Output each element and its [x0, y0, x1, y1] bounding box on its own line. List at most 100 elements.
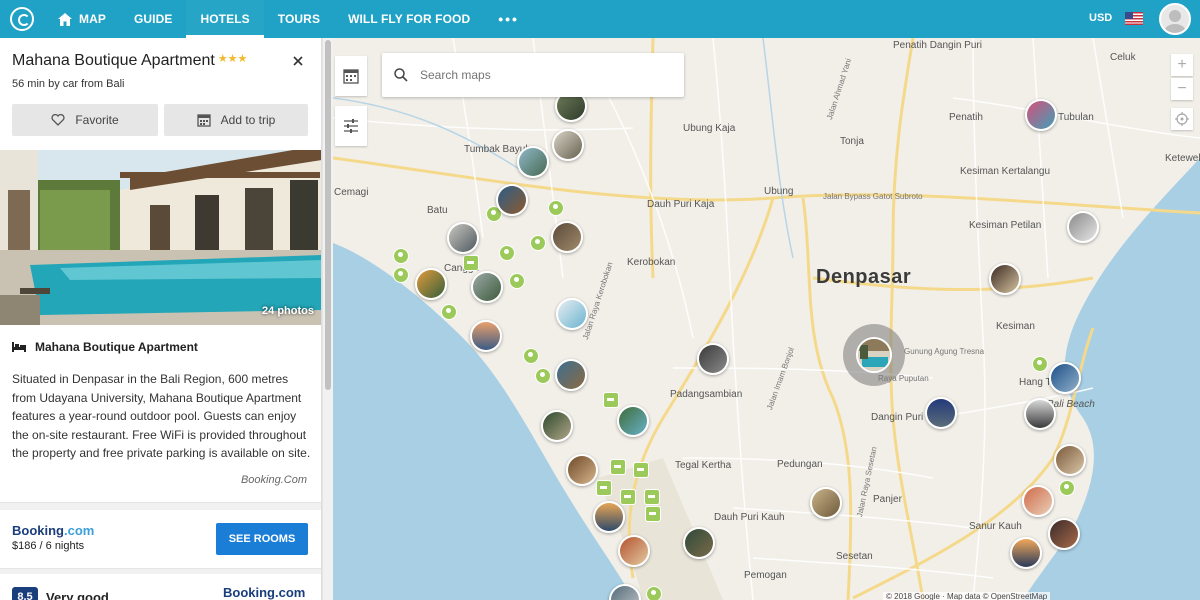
map-label-kesiman: Kesiman	[996, 321, 1035, 332]
nav-item-guide[interactable]: GUIDE	[120, 0, 187, 38]
map-label-tegal-kertha: Tegal Kertha	[675, 460, 732, 471]
hotel-cluster-pin[interactable]	[644, 489, 660, 505]
currency-selector[interactable]: USD	[1089, 12, 1112, 24]
hotel-photo-marker[interactable]	[617, 405, 649, 437]
hotel-photo[interactable]: 24 photos	[0, 150, 321, 325]
user-avatar[interactable]	[1159, 3, 1191, 35]
hotel-photo-marker[interactable]	[555, 359, 587, 391]
nav-label-will-fly-for-food: WILL FLY FOR FOOD	[348, 12, 471, 26]
property-name: Mahana Boutique Apartment	[35, 340, 198, 354]
map-search-input[interactable]	[420, 68, 660, 82]
more-menu-button[interactable]: •••	[484, 0, 533, 38]
hotel-photo-marker[interactable]	[683, 527, 715, 559]
hotel-photo-marker[interactable]	[415, 268, 447, 300]
map-label-sanur-kauh: Sanur Kauh	[969, 521, 1022, 532]
selected-hotel-marker[interactable]	[856, 337, 892, 373]
map-search-box[interactable]	[382, 53, 684, 97]
hotel-cluster-pin[interactable]	[603, 392, 619, 408]
section-divider-2	[0, 568, 321, 574]
map-pin[interactable]	[1059, 480, 1075, 496]
add-to-trip-button[interactable]: Add to trip	[164, 104, 308, 136]
map-pin[interactable]	[548, 200, 564, 216]
map-label-kerobokan: Kerobokan	[627, 257, 676, 268]
hotel-cluster-pin[interactable]	[610, 459, 626, 475]
site-logo-icon[interactable]	[10, 7, 34, 31]
map-pin[interactable]	[499, 245, 515, 261]
nav-item-hotels[interactable]: HOTELS	[186, 0, 264, 38]
us-flag-icon[interactable]	[1125, 12, 1143, 25]
locate-me-button[interactable]	[1171, 108, 1193, 130]
map-view[interactable]: Penatih Dangin Puri Celuk Ubung Kaja Pen…	[333, 38, 1200, 600]
hotel-photo-marker[interactable]	[1024, 398, 1056, 430]
map-attribution[interactable]: © 2018 Google · Map data © OpenStreetMap	[883, 592, 1051, 600]
hotel-cluster-pin[interactable]	[620, 489, 636, 505]
map-label-dauh-puri-kaja: Dauh Puri Kaja	[647, 199, 715, 210]
hotel-cluster-pin[interactable]	[596, 480, 612, 496]
hotel-photo-marker[interactable]	[1067, 211, 1099, 243]
scrollbar-thumb[interactable]	[325, 40, 331, 390]
hotel-cluster-pin[interactable]	[645, 506, 661, 522]
map-pin[interactable]	[1032, 356, 1048, 372]
map-pin[interactable]	[509, 273, 525, 289]
hotel-photo-marker[interactable]	[1049, 362, 1081, 394]
minus-icon: −	[1177, 80, 1187, 97]
hotel-photo-marker[interactable]	[517, 146, 549, 178]
hotel-cluster-pin[interactable]	[463, 255, 479, 271]
map-pin[interactable]	[646, 586, 662, 600]
sliders-icon	[344, 119, 358, 133]
map-label-pedungan: Pedungan	[777, 459, 823, 470]
nav-item-map[interactable]: MAP	[58, 0, 120, 38]
map-pin[interactable]	[393, 248, 409, 264]
hotel-photo-marker[interactable]	[697, 343, 729, 375]
add-to-trip-label: Add to trip	[220, 113, 276, 127]
hotel-photo-marker[interactable]	[989, 263, 1021, 295]
hotel-photo-marker[interactable]	[566, 454, 598, 486]
map-label-bypass: Jalan Bypass Gatot Subroto	[823, 192, 923, 201]
hotel-photo-marker[interactable]	[556, 298, 588, 330]
crosshair-icon	[1175, 112, 1189, 126]
map-pin[interactable]	[393, 267, 409, 283]
map-label-ketewel: Ketewel	[1165, 153, 1200, 164]
hotel-photo-marker[interactable]	[447, 222, 479, 254]
hotel-photo-marker[interactable]	[1048, 518, 1080, 550]
hotel-photo-marker[interactable]	[1054, 444, 1086, 476]
favorite-button[interactable]: Favorite	[12, 104, 158, 136]
provider-name: Booking	[12, 523, 64, 538]
hotel-photo-marker[interactable]	[1010, 537, 1042, 569]
map-pin[interactable]	[530, 235, 546, 251]
map-label-gunung-agung-tresna: Gunung Agung Tresna	[904, 347, 985, 356]
map-pin[interactable]	[523, 348, 539, 364]
close-icon[interactable]	[290, 53, 306, 69]
hotel-photo-marker[interactable]	[496, 184, 528, 216]
date-picker-button[interactable]	[335, 56, 367, 96]
nav-item-tours[interactable]: TOURS	[264, 0, 334, 38]
map-pin[interactable]	[535, 368, 551, 384]
hotel-photo-marker[interactable]	[810, 487, 842, 519]
map-label-denpasar: Denpasar	[816, 266, 912, 288]
map-label-penatih: Penatih	[949, 112, 983, 123]
hotel-photo-marker[interactable]	[1025, 99, 1057, 131]
map-label-panjer: Panjer	[873, 494, 902, 505]
nav-item-will-fly-for-food[interactable]: WILL FLY FOR FOOD	[334, 0, 484, 38]
hotel-cluster-pin[interactable]	[633, 462, 649, 478]
hotel-photo-marker[interactable]	[1022, 485, 1054, 517]
panel-scrollbar[interactable]	[322, 38, 333, 600]
map-label-kesiman-petilan: Kesiman Petilan	[969, 220, 1042, 231]
zoom-in-button[interactable]: +	[1171, 54, 1193, 76]
hotel-photo-marker[interactable]	[541, 410, 573, 442]
favorite-label: Favorite	[75, 113, 119, 127]
map-pin[interactable]	[441, 304, 457, 320]
hotel-photo-marker[interactable]	[618, 535, 650, 567]
filter-button[interactable]	[335, 106, 367, 146]
hotel-photo-marker[interactable]	[471, 271, 503, 303]
map-label-dauh-puri-kauh: Dauh Puri Kauh	[714, 512, 785, 523]
see-rooms-button[interactable]: SEE ROOMS	[216, 523, 308, 555]
bed-icon	[12, 342, 26, 352]
hotel-photo-marker[interactable]	[551, 221, 583, 253]
zoom-out-button[interactable]: −	[1171, 78, 1193, 100]
hotel-photo-marker[interactable]	[470, 320, 502, 352]
hotel-photo-marker[interactable]	[593, 501, 625, 533]
hotel-photo-marker[interactable]	[925, 397, 957, 429]
nav-label-tours: TOURS	[277, 12, 321, 26]
hotel-photo-marker[interactable]	[552, 129, 584, 161]
